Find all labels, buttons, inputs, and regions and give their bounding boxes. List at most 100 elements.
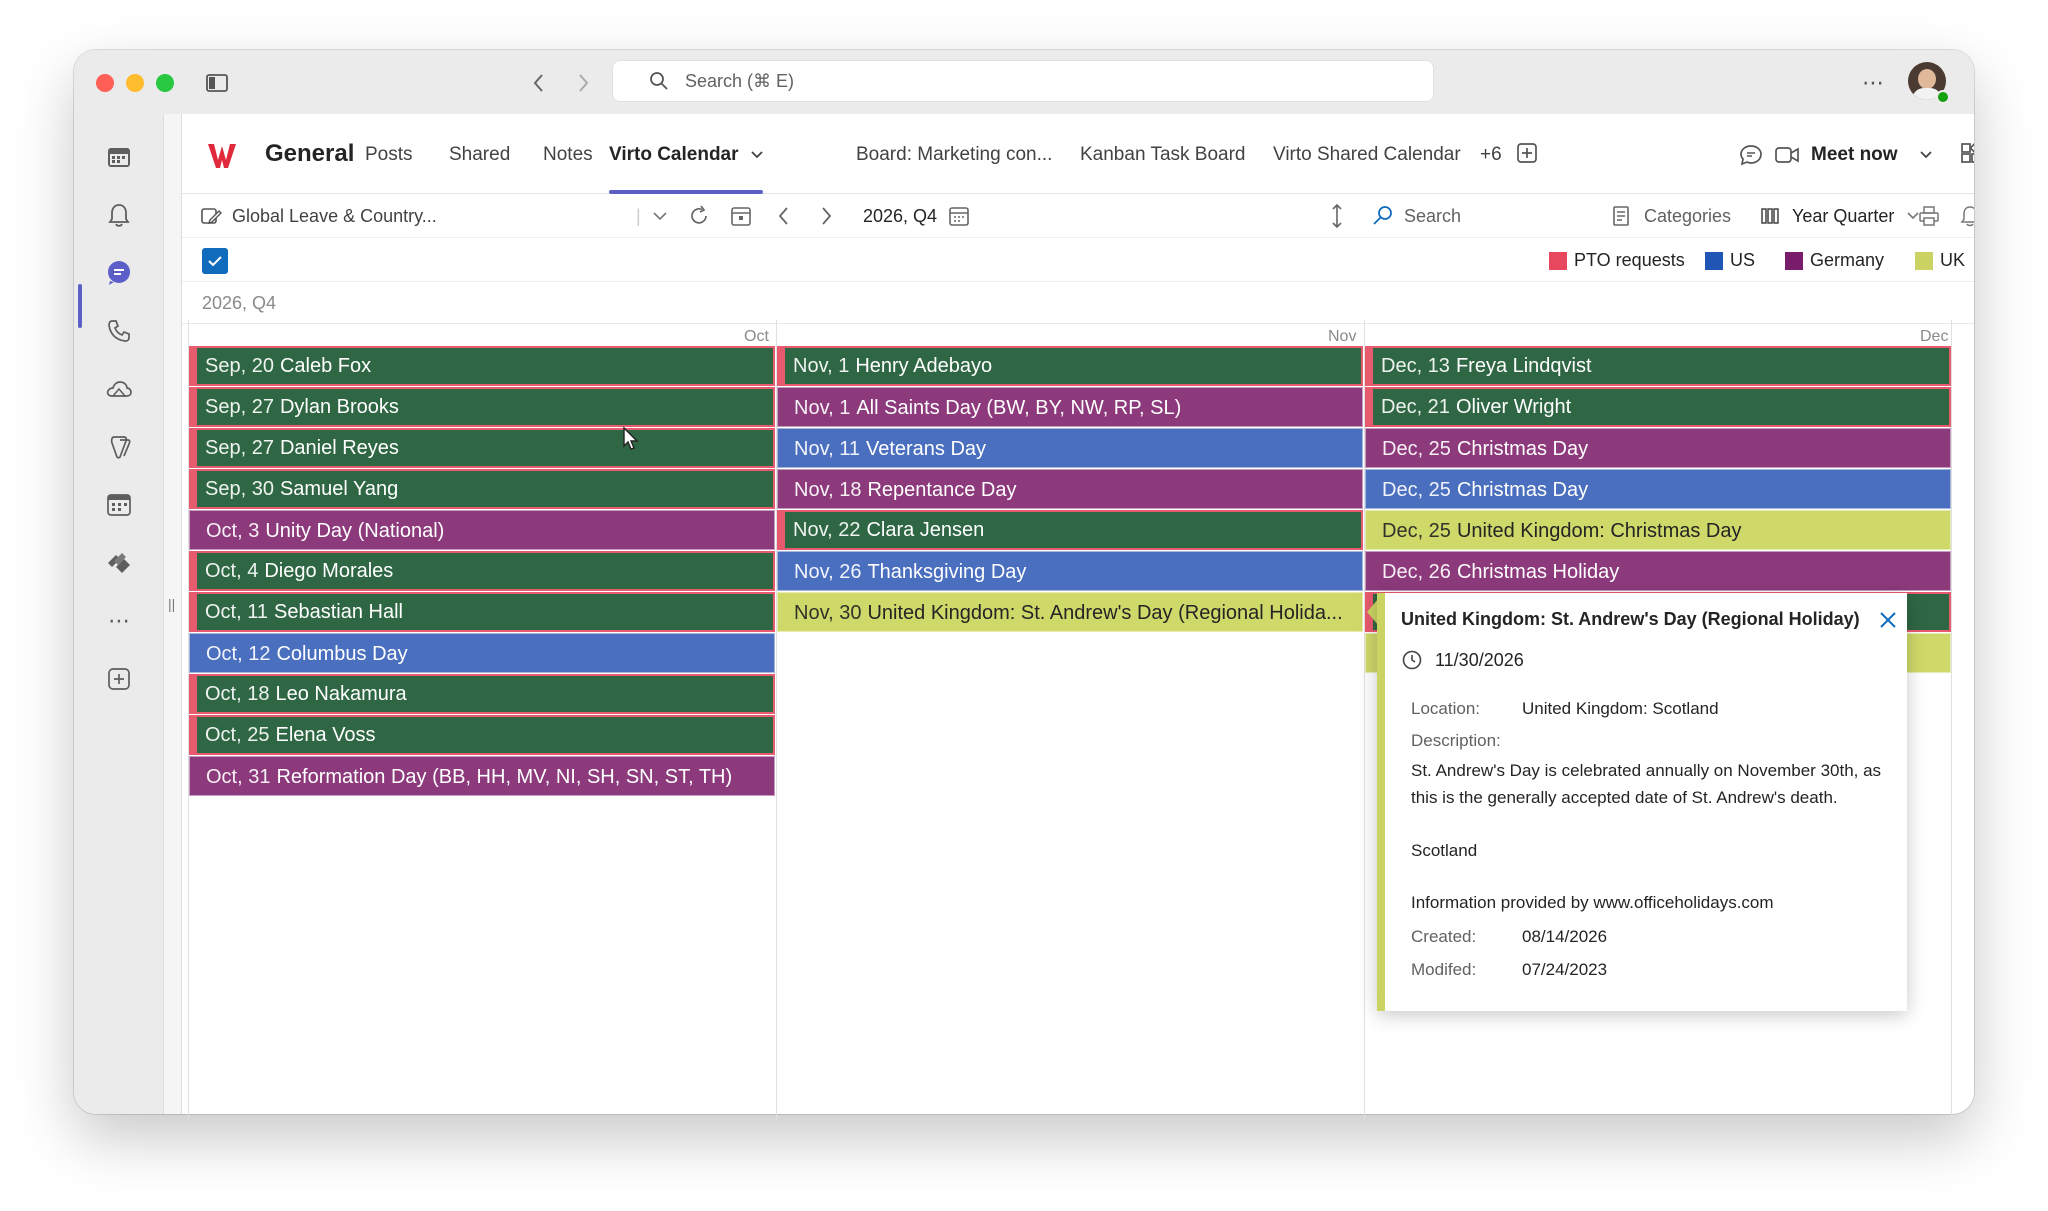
created-value: 08/14/2026 — [1522, 927, 1608, 946]
calendar-event[interactable]: Sep, 30 Samuel Yang — [189, 469, 775, 509]
apps-grid-icon[interactable] — [1960, 141, 1974, 170]
event-title: Sebastian Hall — [274, 601, 403, 623]
calendar-event[interactable]: Nov, 11 Veterans Day — [777, 428, 1363, 468]
sidebar-toggle-icon[interactable] — [202, 68, 232, 98]
tab-posts[interactable]: Posts — [365, 144, 413, 166]
next-period-icon[interactable] — [820, 203, 832, 229]
event-title: Dylan Brooks — [279, 396, 399, 418]
pane-resize-handle[interactable]: || — [168, 596, 175, 612]
categories-icon — [1613, 206, 1629, 226]
today-calendar-icon[interactable] — [730, 203, 752, 229]
edit-calendar-icon — [201, 208, 222, 225]
calendar-selector[interactable]: Global Leave & Country... — [200, 203, 437, 229]
calendar-event[interactable]: Dec, 26 Christmas Holiday — [1365, 551, 1951, 591]
tab-shared[interactable]: Shared — [449, 144, 510, 166]
period-header: 2026, Q4 — [182, 282, 1974, 324]
virto-calendar-app-icon[interactable] — [104, 490, 134, 520]
tab-notes[interactable]: Notes — [543, 144, 593, 166]
calls-phone-icon[interactable] — [104, 316, 134, 346]
conversation-icon[interactable] — [1739, 144, 1763, 172]
onedrive-cloud-icon[interactable] — [104, 374, 134, 404]
legend-label: UK — [1940, 250, 1966, 270]
tab-kanban-task-board[interactable]: Kanban Task Board — [1080, 144, 1246, 166]
current-period[interactable]: 2026, Q4 — [863, 203, 937, 229]
more-options-icon[interactable]: ⋯ — [1858, 68, 1888, 98]
activity-bell-icon[interactable] — [104, 200, 134, 230]
calendar-event[interactable]: Oct, 4 Diego Morales — [189, 551, 775, 591]
calendar-event[interactable]: Nov, 26 Thanksgiving Day — [777, 551, 1363, 591]
meet-now-button[interactable]: Meet now — [1811, 144, 1933, 166]
calendar-event[interactable]: Nov, 30 United Kingdom: St. Andrew's Day … — [777, 592, 1363, 632]
event-date: Oct, 11 — [205, 601, 268, 623]
event-date: Sep, 30 — [205, 478, 274, 500]
add-tab-icon[interactable] — [1516, 142, 1538, 170]
close-window-button[interactable] — [96, 74, 114, 92]
calendar-app-icon[interactable] — [104, 142, 134, 172]
calendar-event[interactable]: Sep, 20 Caleb Fox — [189, 346, 775, 386]
close-icon[interactable] — [1875, 607, 1901, 633]
global-search-input[interactable]: Search (⌘ E) — [612, 60, 1434, 102]
maximize-window-button[interactable] — [156, 74, 174, 92]
tab-virto-shared-calendar[interactable]: Virto Shared Calendar — [1273, 144, 1461, 166]
calendar-event[interactable]: Dec, 25 Christmas Day — [1365, 428, 1951, 468]
calendar-event[interactable]: Dec, 25 Christmas Day — [1365, 469, 1951, 509]
tab-more-count[interactable]: +6 — [1480, 144, 1502, 166]
channel-title: General — [265, 140, 355, 167]
forward-icon[interactable] — [568, 68, 598, 98]
created-label: Created: — [1411, 927, 1477, 946]
event-date: Oct, 3 — [206, 520, 260, 542]
calendar-event[interactable]: Dec, 13 Freya Lindqvist — [1365, 346, 1951, 386]
description-source: Information provided by www.officeholida… — [1411, 893, 1774, 912]
calendar-event[interactable]: Oct, 18 Leo Nakamura — [189, 674, 775, 714]
legend-swatch — [1915, 251, 1933, 270]
categories-button[interactable]: Categories — [1612, 203, 1731, 229]
calendar-event[interactable]: Oct, 3 Unity Day (National) — [189, 510, 775, 550]
calendar-event[interactable]: Nov, 22 Clara Jensen — [777, 510, 1363, 550]
expand-height-icon[interactable] — [1330, 203, 1344, 229]
event-title: Reformation Day (BB, HH, MV, NI, SH, SN,… — [276, 766, 733, 788]
legend-item[interactable]: UK — [1915, 250, 1965, 271]
legend-item[interactable]: Germany — [1785, 250, 1884, 271]
toolbar-divider: | — [636, 205, 641, 226]
select-all-checkbox[interactable] — [202, 248, 228, 274]
minimize-window-button[interactable] — [126, 74, 144, 92]
chat-icon[interactable] — [104, 258, 134, 288]
calendar-event[interactable]: Nov, 1 Henry Adebayo — [777, 346, 1363, 386]
event-date: Nov, 30 — [794, 602, 862, 624]
calendar-event[interactable]: Nov, 18 Repentance Day — [777, 469, 1363, 509]
back-icon[interactable] — [524, 68, 554, 98]
event-date: Nov, 11 — [794, 438, 860, 460]
more-apps-icon[interactable]: ⋯ — [104, 606, 134, 636]
chevron-down-icon — [751, 151, 763, 159]
calendar-event[interactable]: Dec, 21 Oliver Wright — [1365, 387, 1951, 427]
calendar-dropdown-icon[interactable] — [652, 203, 668, 229]
tab-virto-calendar[interactable]: Virto Calendar — [609, 144, 764, 166]
calendar-event[interactable]: Oct, 31 Reformation Day (BB, HH, MV, NI, … — [189, 756, 775, 796]
calendar-event[interactable]: Oct, 12 Columbus Day — [189, 633, 775, 673]
search-icon — [1373, 206, 1392, 225]
event-title: Diego Morales — [264, 560, 394, 582]
legend-item[interactable]: US — [1705, 250, 1755, 271]
add-app-icon[interactable] — [104, 664, 134, 694]
refresh-icon[interactable] — [688, 203, 710, 229]
previous-period-icon[interactable] — [778, 203, 790, 229]
print-icon[interactable] — [1918, 203, 1940, 229]
calendar-event[interactable]: Sep, 27 Dylan Brooks — [189, 387, 775, 427]
legend-item[interactable]: PTO requests — [1549, 250, 1685, 271]
calendar-search-input[interactable]: Search — [1372, 203, 1461, 229]
copilot-icon[interactable] — [104, 432, 134, 462]
tab-board-marketing[interactable]: Board: Marketing con... — [856, 144, 1052, 166]
calendar-event[interactable]: Oct, 25 Elena Voss — [189, 715, 775, 755]
view-selector[interactable]: Year Quarter — [1760, 203, 1920, 229]
tab-virto-calendar-label: Virto Calendar — [609, 144, 739, 165]
calendar-event[interactable]: Sep, 27 Daniel Reyes — [189, 428, 775, 468]
calendar-event[interactable]: Nov, 1 All Saints Day (BW, BY, NW, RP, SL… — [777, 387, 1363, 427]
mouse-cursor-icon — [623, 426, 639, 450]
calendar-event[interactable]: Dec, 25 United Kingdom: Christmas Day — [1365, 510, 1951, 550]
legend-bar: PTO requests US Germany UK — [182, 238, 1974, 282]
date-picker-icon[interactable] — [948, 203, 970, 229]
calendar-event[interactable]: Oct, 11 Sebastian Hall — [189, 592, 775, 632]
kanban-app-icon[interactable] — [104, 548, 134, 578]
video-camera-icon[interactable] — [1774, 146, 1800, 170]
notifications-bell-icon[interactable] — [1960, 203, 1974, 229]
